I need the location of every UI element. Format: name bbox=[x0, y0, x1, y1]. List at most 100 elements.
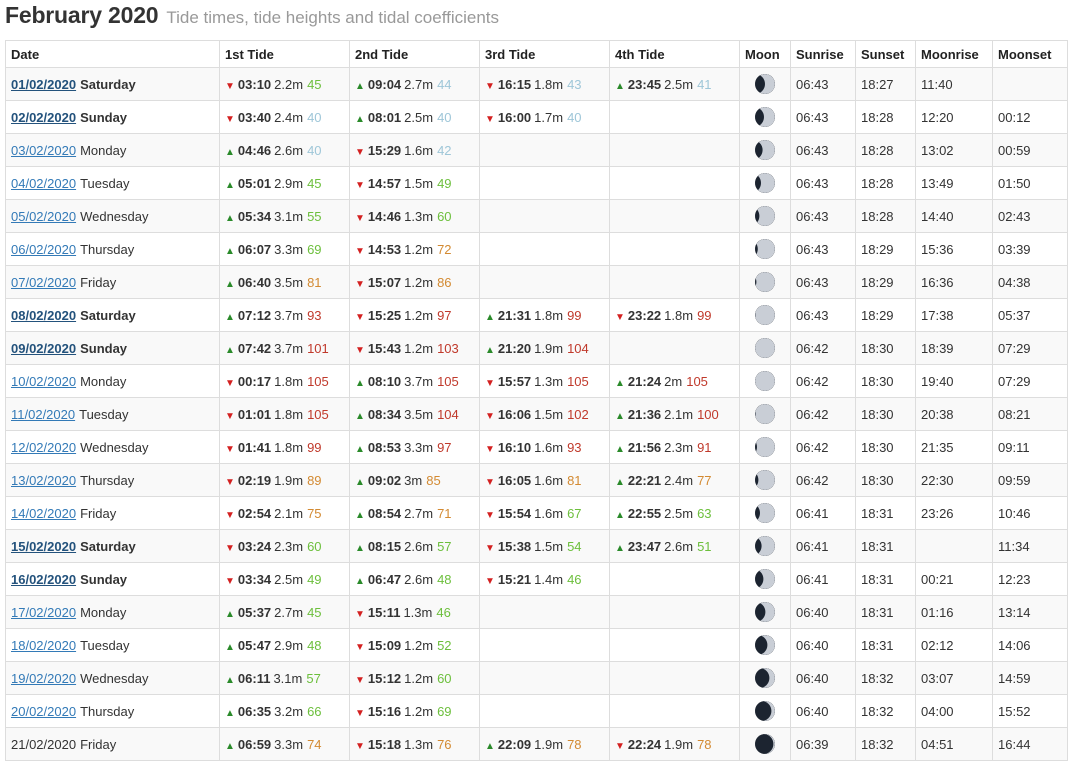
tide-coefficient: 85 bbox=[426, 472, 441, 488]
tide-cell-3: ▼ 16:00 1.7m 40 bbox=[479, 100, 610, 134]
date-link[interactable]: 16/02/2020 bbox=[11, 572, 76, 587]
date-link[interactable]: 05/02/2020 bbox=[11, 209, 76, 224]
date-cell: 08/02/2020 Saturday bbox=[5, 298, 220, 332]
day-name: Tuesday bbox=[80, 637, 130, 653]
tide-height: 1.8m bbox=[274, 373, 304, 389]
date-link[interactable]: 14/02/2020 bbox=[11, 506, 76, 521]
tide-time: 02:19 bbox=[237, 472, 272, 488]
triangle-up-icon: ▲ bbox=[225, 641, 235, 653]
date-link[interactable]: 13/02/2020 bbox=[11, 473, 76, 488]
moon-cell bbox=[739, 661, 791, 695]
tide-height: 2.7m bbox=[404, 76, 434, 92]
tide-height: 1.9m bbox=[534, 736, 564, 752]
sunset-cell: 18:30 bbox=[855, 331, 916, 365]
date-link[interactable]: 10/02/2020 bbox=[11, 374, 76, 389]
tide-cell-2: ▼ 15:07 1.2m 86 bbox=[349, 265, 480, 299]
tide-cell-1: ▲ 07:42 3.7m 101 bbox=[219, 331, 350, 365]
col-header-tide-2: 2nd Tide bbox=[349, 40, 480, 68]
triangle-down-icon: ▼ bbox=[355, 740, 365, 752]
date-link[interactable]: 02/02/2020 bbox=[11, 110, 76, 125]
day-name: Monday bbox=[80, 373, 127, 389]
tide-cell-4 bbox=[609, 100, 740, 134]
tide-coefficient: 104 bbox=[567, 340, 589, 356]
date-link[interactable]: 03/02/2020 bbox=[11, 143, 76, 158]
tide-height: 2.1m bbox=[274, 505, 304, 521]
sunset-cell: 18:31 bbox=[855, 496, 916, 530]
moon-phase-icon bbox=[755, 635, 775, 655]
triangle-up-icon: ▲ bbox=[225, 146, 235, 158]
date-link[interactable]: 08/02/2020 bbox=[11, 308, 76, 323]
moon-phase-icon bbox=[755, 734, 775, 754]
sunrise-cell: 06:43 bbox=[790, 67, 856, 101]
tide-time: 15:21 bbox=[497, 571, 532, 587]
triangle-down-icon: ▼ bbox=[485, 410, 495, 422]
moonrise-cell: 21:35 bbox=[915, 430, 993, 464]
tide-cell-4 bbox=[609, 694, 740, 728]
col-header-tide-1: 1st Tide bbox=[219, 40, 350, 68]
moonset-cell: 07:29 bbox=[992, 331, 1068, 365]
moonrise-cell: 02:12 bbox=[915, 628, 993, 662]
moon-cell bbox=[739, 265, 791, 299]
tide-coefficient: 55 bbox=[307, 208, 322, 224]
date-link[interactable]: 15/02/2020 bbox=[11, 539, 76, 554]
moon-phase-icon bbox=[755, 272, 775, 292]
tide-height: 2.1m bbox=[664, 406, 694, 422]
tide-coefficient: 86 bbox=[437, 274, 452, 290]
date-link[interactable]: 12/02/2020 bbox=[11, 440, 76, 455]
date-link[interactable]: 11/02/2020 bbox=[11, 407, 75, 422]
tide-coefficient: 105 bbox=[307, 406, 329, 422]
date-link[interactable]: 17/02/2020 bbox=[11, 605, 76, 620]
sunset-cell: 18:31 bbox=[855, 628, 916, 662]
date-link[interactable]: 19/02/2020 bbox=[11, 671, 76, 686]
sunset-cell: 18:30 bbox=[855, 364, 916, 398]
tide-height: 1.2m bbox=[404, 307, 434, 323]
date-cell: 18/02/2020 Tuesday bbox=[5, 628, 220, 662]
day-name: Friday bbox=[80, 274, 117, 290]
table-row: 20/02/2020 Thursday ▲ 06:35 3.2m 66 ▼ 15:16 1.2m… bbox=[5, 694, 1068, 728]
moon-cell bbox=[739, 397, 791, 431]
tide-cell-3 bbox=[479, 232, 610, 266]
tide-cell-1: ▲ 06:35 3.2m 66 bbox=[219, 694, 350, 728]
date-cell: 01/02/2020 Saturday bbox=[5, 67, 220, 101]
triangle-up-icon: ▲ bbox=[355, 443, 365, 455]
moonset-cell: 04:38 bbox=[992, 265, 1068, 299]
tide-coefficient: 45 bbox=[307, 175, 322, 191]
tide-cell-2: ▼ 15:12 1.2m 60 bbox=[349, 661, 480, 695]
tide-coefficient: 91 bbox=[697, 439, 712, 455]
tide-coefficient: 72 bbox=[437, 241, 452, 257]
tide-height: 1.6m bbox=[534, 472, 564, 488]
tide-time: 06:59 bbox=[237, 736, 272, 752]
tide-height: 3.7m bbox=[404, 373, 434, 389]
date-link[interactable]: 01/02/2020 bbox=[11, 77, 76, 92]
date-link[interactable]: 18/02/2020 bbox=[11, 638, 76, 653]
tide-cell-3: ▲ 22:09 1.9m 78 bbox=[479, 727, 610, 761]
tide-cell-3 bbox=[479, 628, 610, 662]
tide-cell-3: ▼ 16:10 1.6m 93 bbox=[479, 430, 610, 464]
tide-cell-2: ▼ 14:46 1.3m 60 bbox=[349, 199, 480, 233]
tide-coefficient: 46 bbox=[567, 571, 582, 587]
date-link[interactable]: 20/02/2020 bbox=[11, 704, 76, 719]
table-row: 03/02/2020 Monday ▲ 04:46 2.6m 40 ▼ 15:29 1.6m 42… bbox=[5, 133, 1068, 167]
day-name: Sunday bbox=[80, 571, 128, 587]
moonset-cell: 00:59 bbox=[992, 133, 1068, 167]
day-name: Saturday bbox=[80, 307, 136, 323]
date-link[interactable]: 06/02/2020 bbox=[11, 242, 76, 257]
tide-cell-3 bbox=[479, 694, 610, 728]
tide-time: 21:20 bbox=[497, 340, 532, 356]
tide-height: 3.1m bbox=[273, 670, 303, 686]
moon-cell bbox=[739, 331, 791, 365]
tide-cell-1: ▲ 06:07 3.3m 69 bbox=[219, 232, 350, 266]
sunrise-cell: 06:40 bbox=[790, 694, 856, 728]
tide-cell-3: ▲ 21:31 1.8m 99 bbox=[479, 298, 610, 332]
moon-cell bbox=[739, 529, 791, 563]
date-link[interactable]: 04/02/2020 bbox=[11, 176, 76, 191]
tide-cell-3 bbox=[479, 265, 610, 299]
tide-coefficient: 60 bbox=[437, 208, 452, 224]
tide-coefficient: 97 bbox=[437, 439, 452, 455]
date-cell: 15/02/2020 Saturday bbox=[5, 529, 220, 563]
date-link[interactable]: 09/02/2020 bbox=[11, 341, 76, 356]
moonrise-cell: 17:38 bbox=[915, 298, 993, 332]
day-name: Wednesday bbox=[80, 670, 149, 686]
table-row: 18/02/2020 Tuesday ▲ 05:47 2.9m 48 ▼ 15:09 1.2m 5… bbox=[5, 628, 1068, 662]
date-link[interactable]: 07/02/2020 bbox=[11, 275, 76, 290]
